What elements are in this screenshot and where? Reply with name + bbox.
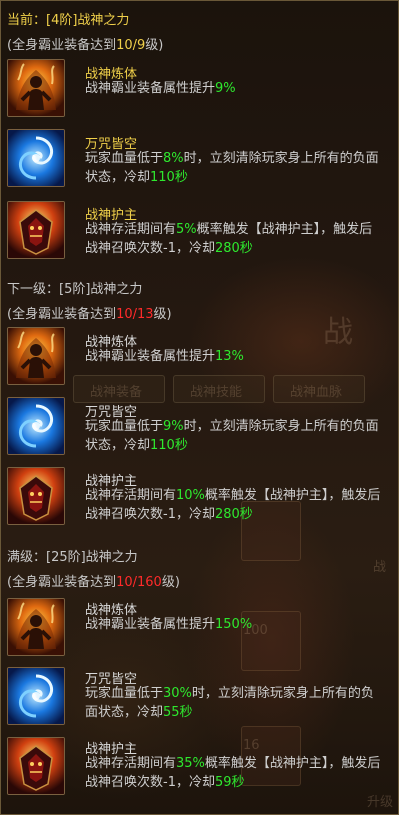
blue-vortex-icon xyxy=(7,397,65,455)
blue-vortex-icon xyxy=(7,129,65,187)
current-title: 当前：[4阶]战神之力 xyxy=(7,13,130,28)
highlight-value: 150% xyxy=(215,617,253,632)
bg-title-char: 战 xyxy=(323,315,353,350)
max-requirement: (全身霸业装备达到10/160级) xyxy=(7,575,180,590)
desc-text: 玩家血量低于 xyxy=(85,419,164,434)
bg-side-char: 战 xyxy=(373,560,387,575)
skill-desc: 战神霸业装备属性提升150% xyxy=(85,615,385,634)
highlight-value: 110秒 xyxy=(150,438,188,453)
desc-text: 战神存活期间有 xyxy=(85,222,177,237)
next-title: 下一级：[5阶]战神之力 xyxy=(7,282,143,297)
skill-desc: 玩家血量低于8%时，立刻清除玩家身上所有的负面状态，冷却110秒 xyxy=(85,149,385,187)
desc-text: 战神霸业装备属性提升 xyxy=(85,81,216,96)
highlight-value: 59秒 xyxy=(214,775,245,790)
skill-desc: 战神霸业装备属性提升13% xyxy=(85,347,385,366)
highlight-value: 9% xyxy=(163,419,184,434)
desc-text: 战神霸业装备属性提升 xyxy=(85,617,216,632)
guardian-armor-icon xyxy=(7,467,65,525)
highlight-value: 5% xyxy=(176,222,197,237)
highlight-value: 55秒 xyxy=(163,705,193,720)
desc-text: 战神存活期间有 xyxy=(85,488,177,503)
bg-number-2: 16 xyxy=(243,738,260,753)
skill-desc: 战神存活期间有5%概率触发【战神护主】，触发后战神召唤次数-1，冷却280秒 xyxy=(85,220,385,258)
bg-tab-3: 战神血脉 xyxy=(273,375,365,403)
bg-tab-2: 战神技能 xyxy=(173,375,265,403)
skill-desc: 战神存活期间有10%概率触发【战神护主】，触发后战神召唤次数-1，冷却280秒 xyxy=(85,486,385,524)
highlight-value: 10% xyxy=(176,488,205,503)
skill-desc: 战神霸业装备属性提升9% xyxy=(85,79,385,98)
warrior-flame-icon xyxy=(7,598,65,656)
bg-upgrade-label: 升级 xyxy=(367,795,394,810)
max-requirement-value: 10/160 xyxy=(116,575,162,590)
highlight-value: 8% xyxy=(163,151,184,166)
bg-tab-1: 战神装备 xyxy=(73,375,165,403)
tooltip-panel: 战 战神装备 战神技能 战神血脉 战 100 16 升级 当前：[4阶]战神之力… xyxy=(0,0,399,815)
current-requirement: (全身霸业装备达到10/9级) xyxy=(7,38,164,53)
desc-text: 战神霸业装备属性提升 xyxy=(85,349,216,364)
highlight-value: 30% xyxy=(163,686,192,701)
guardian-armor-icon xyxy=(7,737,65,795)
highlight-value: 13% xyxy=(215,349,244,364)
desc-text: 战神存活期间有 xyxy=(85,756,177,771)
highlight-value: 280秒 xyxy=(214,507,253,522)
skill-desc: 战神存活期间有35%概率触发【战神护主】，触发后战神召唤次数-1，冷却59秒 xyxy=(85,754,385,792)
highlight-value: 280秒 xyxy=(214,241,253,256)
warrior-flame-icon xyxy=(7,59,65,117)
guardian-armor-icon xyxy=(7,201,65,259)
max-title: 满级：[25阶]战神之力 xyxy=(7,550,138,565)
next-requirement: (全身霸业装备达到10/13级) xyxy=(7,307,172,322)
highlight-value: 9% xyxy=(215,81,236,96)
desc-text: 玩家血量低于 xyxy=(85,686,164,701)
highlight-value: 110秒 xyxy=(150,170,188,185)
blue-vortex-icon xyxy=(7,667,65,725)
current-requirement-value: 10/9 xyxy=(116,38,146,53)
warrior-flame-icon xyxy=(7,327,65,385)
highlight-value: 35% xyxy=(176,756,205,771)
skill-desc: 玩家血量低于30%时，立刻清除玩家身上所有的负面状态，冷却55秒 xyxy=(85,684,385,722)
skill-desc: 玩家血量低于9%时，立刻清除玩家身上所有的负面状态，冷却110秒 xyxy=(85,417,385,455)
desc-text: 玩家血量低于 xyxy=(85,151,164,166)
next-requirement-value: 10/13 xyxy=(116,307,154,322)
